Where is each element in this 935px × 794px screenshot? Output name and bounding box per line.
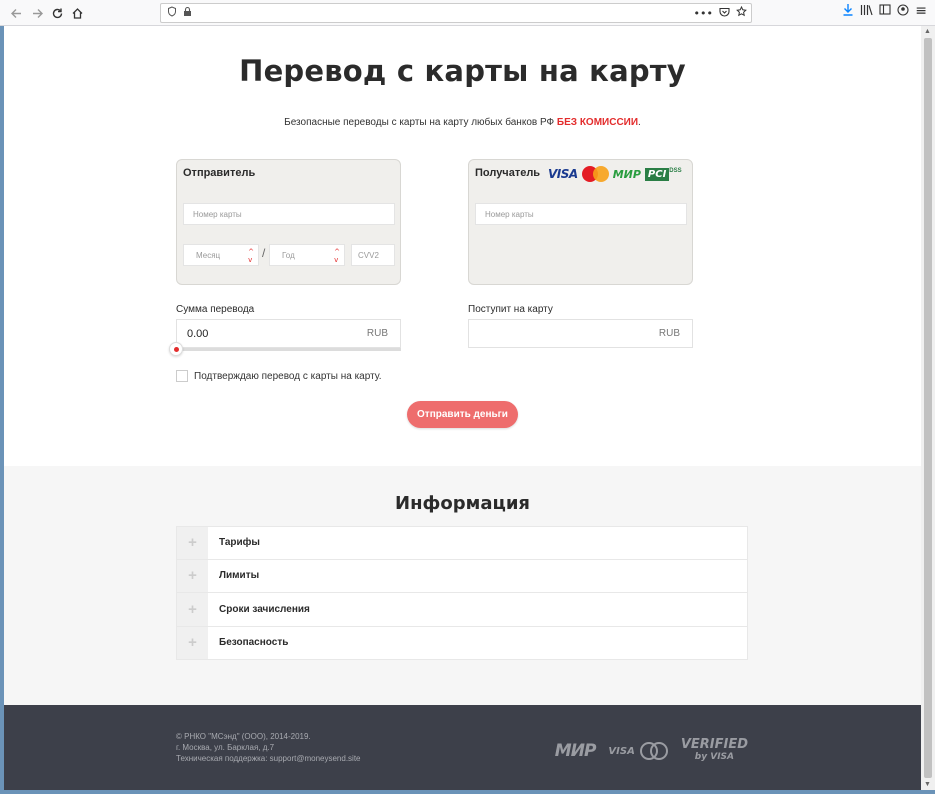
verified-by-visa-logo: VERIFIED by VISA [680,737,748,763]
no-commission-highlight: БЕЗ КОМИССИИ [556,117,639,128]
info-section: Информация + Тарифы + Лимиты + Сроки зач… [4,466,921,705]
month-placeholder: Месяц [196,250,221,260]
receive-amount-field: RUB [468,319,693,348]
dss-logo: DSS [669,168,682,174]
receiver-title: Получатель [475,167,541,179]
library-icon[interactable] [860,4,873,19]
subtitle-text: Безопасные переводы с карты на карту люб… [284,117,555,128]
send-money-button[interactable]: Отправить деньги [407,401,518,428]
amount-value: 0.00 [187,327,209,340]
browser-toolbar: ••• ≡ [0,0,935,26]
accordion-item-limits[interactable]: + Лимиты [176,559,748,593]
accordion-item-label: Сроки зачисления [219,603,310,615]
sidebar-icon[interactable] [879,4,891,18]
subtitle-end: . [638,117,641,128]
mir-logo: МИР [612,167,641,181]
month-spinner-icon[interactable]: ^ v [248,248,254,264]
sender-card-number-input[interactable]: Номер карты [183,203,395,225]
accordion-item-terms[interactable]: + Сроки зачисления [176,593,748,627]
receive-label: Поступит на карту [468,304,553,315]
pocket-icon[interactable] [719,7,730,20]
arrow-left-icon[interactable] [6,3,26,23]
scrollbar[interactable]: ▲ ▼ [921,26,935,790]
plus-icon[interactable]: + [177,626,208,659]
scroll-up-icon[interactable]: ▲ [924,28,931,35]
cvv-input[interactable]: CVV2 [351,244,395,266]
by-visa-text: by VISA [694,752,735,762]
page-title: Перевод с карты на карту [239,54,686,88]
bookmark-star-icon[interactable] [736,5,747,20]
home-icon[interactable] [67,3,87,23]
sender-card: Отправитель Номер карты Месяц ^ v / Год ^… [176,159,401,285]
amount-slider-handle[interactable] [169,342,183,356]
info-title: Информация [395,493,530,514]
visa-logo: VISA [548,167,578,181]
amount-input[interactable]: 0.00 RUB [176,319,401,348]
footer: © РНКО "МСэнд" (ООО), 2014-2019. г. Моск… [4,705,921,790]
reload-icon[interactable] [47,3,67,23]
year-spinner-icon[interactable]: ^ v [334,248,340,264]
scroll-down-icon[interactable]: ▼ [924,781,931,788]
receiver-card-number-input[interactable]: Номер карты [475,203,687,225]
confirm-label[interactable]: Подтверждаю перевод с карты на карту. [194,371,382,382]
shield-icon[interactable] [167,6,177,20]
footer-logos: МИР VISA VERIFIED by VISA [554,737,748,763]
plus-icon[interactable]: + [177,593,208,626]
verified-text: VERIFIED [680,737,748,752]
mastercard-logo [581,166,609,182]
accordion-item-label: Лимиты [219,570,260,582]
sender-title: Отправитель [183,167,256,179]
lock-icon[interactable] [183,6,192,20]
month-select[interactable]: Месяц ^ v [183,244,259,266]
amount-label: Сумма перевода [176,304,255,315]
accordion-item-tariffs[interactable]: + Тарифы [176,526,748,560]
payment-logos: VISA МИР PCI DSS [548,166,682,182]
footer-support[interactable]: Техническая поддержка: support@moneysend… [176,753,361,764]
amount-slider-track[interactable] [176,348,401,351]
year-select[interactable]: Год ^ v [269,244,345,266]
confirm-checkbox[interactable] [176,370,188,382]
footer-visa-logo: VISA [608,745,635,757]
arrow-right-icon[interactable] [27,3,47,23]
plus-icon[interactable]: + [177,559,208,592]
accordion-item-label: Тарифы [219,537,260,549]
receive-currency: RUB [658,328,680,339]
page-actions-icon[interactable]: ••• [694,7,713,20]
footer-copyright: © РНКО "МСэнд" (ООО), 2014-2019. [176,732,311,741]
receiver-card: Получатель VISA МИР PCI DSS Номер карты [468,159,693,285]
address-bar[interactable]: ••• [160,3,752,23]
download-icon[interactable] [842,3,854,19]
amount-currency: RUB [366,328,388,339]
plus-icon[interactable]: + [177,527,208,559]
accordion-item-label: Безопасность [219,637,289,649]
pci-logo: PCI [644,167,670,181]
year-placeholder: Год [282,250,295,260]
footer-text: © РНКО "МСэнд" (ООО), 2014-2019. г. Моск… [176,731,361,764]
page-content: Перевод с карты на карту Безопасные пере… [4,26,921,790]
info-accordion: + Тарифы + Лимиты + Сроки зачисления + Б… [176,526,748,660]
scrollbar-thumb[interactable] [924,38,932,778]
page-subtitle: Безопасные переводы с карты на карту люб… [4,117,921,128]
footer-mir-logo: МИР [554,741,597,761]
account-icon[interactable] [897,3,909,19]
accordion-item-security[interactable]: + Безопасность [176,626,748,660]
menu-icon[interactable]: ≡ [915,3,927,19]
footer-address: г. Москва, ул. Барклая, д.7 [176,743,275,752]
date-separator: / [262,246,266,260]
footer-mastercard-logo [639,742,668,760]
